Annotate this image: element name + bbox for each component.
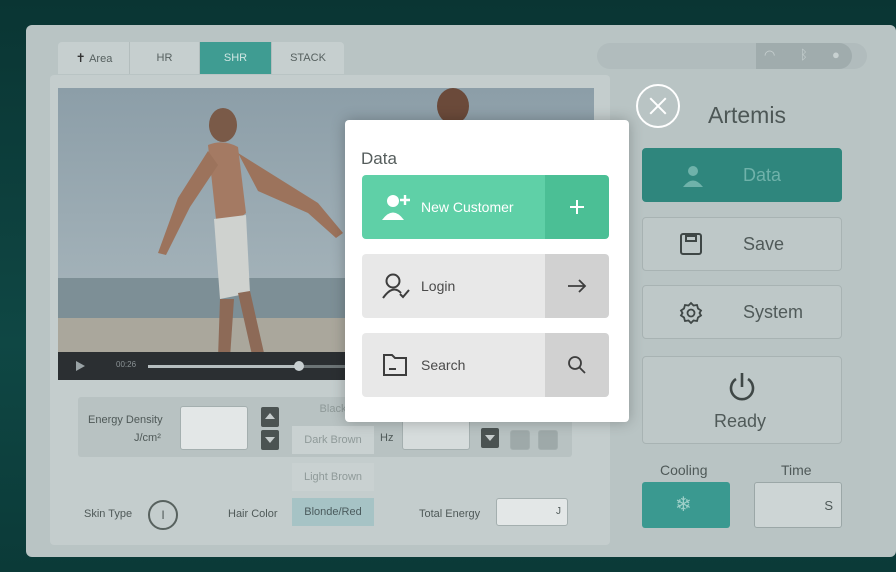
tab-shr-label: SHR xyxy=(223,52,248,64)
snowflake-icon: ❄ xyxy=(675,494,692,516)
energy-density-unit: J/cm² xyxy=(134,432,161,444)
wifi-icon: ◠ xyxy=(764,47,776,62)
arrow-right-icon xyxy=(568,279,587,293)
mode-tabs: ✝ Area HR SHR STACK xyxy=(58,42,344,74)
system-button[interactable]: System xyxy=(642,285,842,339)
new-customer-button[interactable]: New Customer xyxy=(362,175,609,239)
energy-density-input[interactable] xyxy=(180,406,248,450)
tab-stack-label: STACK xyxy=(290,52,326,64)
brand-name: Artemis xyxy=(708,102,786,128)
login-label: Login xyxy=(421,278,456,294)
save-button-label: Save xyxy=(743,234,785,254)
cooling-button[interactable]: ❄ xyxy=(642,482,730,528)
tab-hr-label: HR xyxy=(156,52,173,64)
hair-color-label: Hair Color xyxy=(228,508,278,520)
total-energy-field: J xyxy=(496,498,568,526)
energy-down-button[interactable] xyxy=(261,430,279,450)
total-energy-unit: J xyxy=(556,506,561,517)
data-dialog: Data New Customer Login Search xyxy=(345,120,629,422)
gear-icon xyxy=(679,301,703,325)
folder-icon xyxy=(383,354,407,376)
skin-type-button[interactable]: I xyxy=(148,500,178,530)
search-main[interactable]: Search xyxy=(362,333,545,397)
video-progress-fill xyxy=(148,365,298,368)
tab-area-label: Area xyxy=(89,53,113,65)
hair-option-blonde-red[interactable]: Blonde/Red xyxy=(292,498,374,526)
energy-up-button[interactable] xyxy=(261,407,279,427)
energy-density-label: Energy Density xyxy=(88,414,163,426)
save-button[interactable]: Save xyxy=(642,217,842,271)
power-icon xyxy=(729,373,755,401)
tab-shr[interactable]: SHR xyxy=(200,42,272,74)
dialog-title: Data xyxy=(361,149,397,168)
running-man-image xyxy=(158,108,343,358)
search-button[interactable]: Search xyxy=(362,333,609,397)
hair-option-dark-brown[interactable]: Dark Brown xyxy=(292,426,374,454)
hair-option-light-brown[interactable]: Light Brown xyxy=(292,463,374,491)
ready-button[interactable]: Ready xyxy=(642,356,842,444)
login-go[interactable] xyxy=(545,254,609,318)
data-button[interactable]: Data xyxy=(642,148,842,202)
tab-hr[interactable]: HR xyxy=(130,42,200,74)
login-main[interactable]: Login xyxy=(362,254,545,318)
login-button[interactable]: Login xyxy=(362,254,609,318)
search-label: Search xyxy=(421,357,466,373)
user-icon xyxy=(683,166,703,187)
cooling-label: Cooling xyxy=(660,462,708,478)
status-icons: ◠ ᛒ ● xyxy=(756,43,852,69)
skin-type-label: Skin Type xyxy=(84,508,133,520)
close-icon[interactable] xyxy=(636,84,680,128)
system-button-label: System xyxy=(743,302,804,322)
total-energy-label: Total Energy xyxy=(419,508,481,520)
tab-area[interactable]: ✝ Area xyxy=(58,42,130,74)
time-field[interactable]: S xyxy=(754,482,842,528)
bluetooth-icon: ᛒ xyxy=(800,47,808,62)
time-label: Time xyxy=(781,462,812,478)
ready-label: Ready xyxy=(714,411,767,431)
data-button-label: Data xyxy=(743,165,782,185)
new-customer-add[interactable] xyxy=(545,175,609,239)
grid-small-icon[interactable] xyxy=(510,430,530,450)
play-icon[interactable] xyxy=(76,361,85,371)
hz-down-button[interactable] xyxy=(481,428,499,448)
video-progress-handle[interactable] xyxy=(294,361,304,371)
search-icon xyxy=(568,356,586,374)
video-time: 00:26 xyxy=(116,360,137,369)
body-icon: ✝ xyxy=(75,51,86,65)
tab-stack[interactable]: STACK xyxy=(272,42,344,74)
add-user-icon xyxy=(382,195,410,220)
usb-icon: ● xyxy=(832,47,840,62)
time-unit: S xyxy=(824,498,833,513)
search-go[interactable] xyxy=(545,333,609,397)
new-customer-main[interactable]: New Customer xyxy=(362,175,545,239)
grid-large-icon[interactable] xyxy=(538,430,558,450)
save-icon xyxy=(680,233,702,255)
new-customer-label: New Customer xyxy=(421,199,514,215)
plus-icon xyxy=(570,200,584,214)
user-check-icon xyxy=(382,273,410,299)
hz-label: Hz xyxy=(380,432,394,444)
